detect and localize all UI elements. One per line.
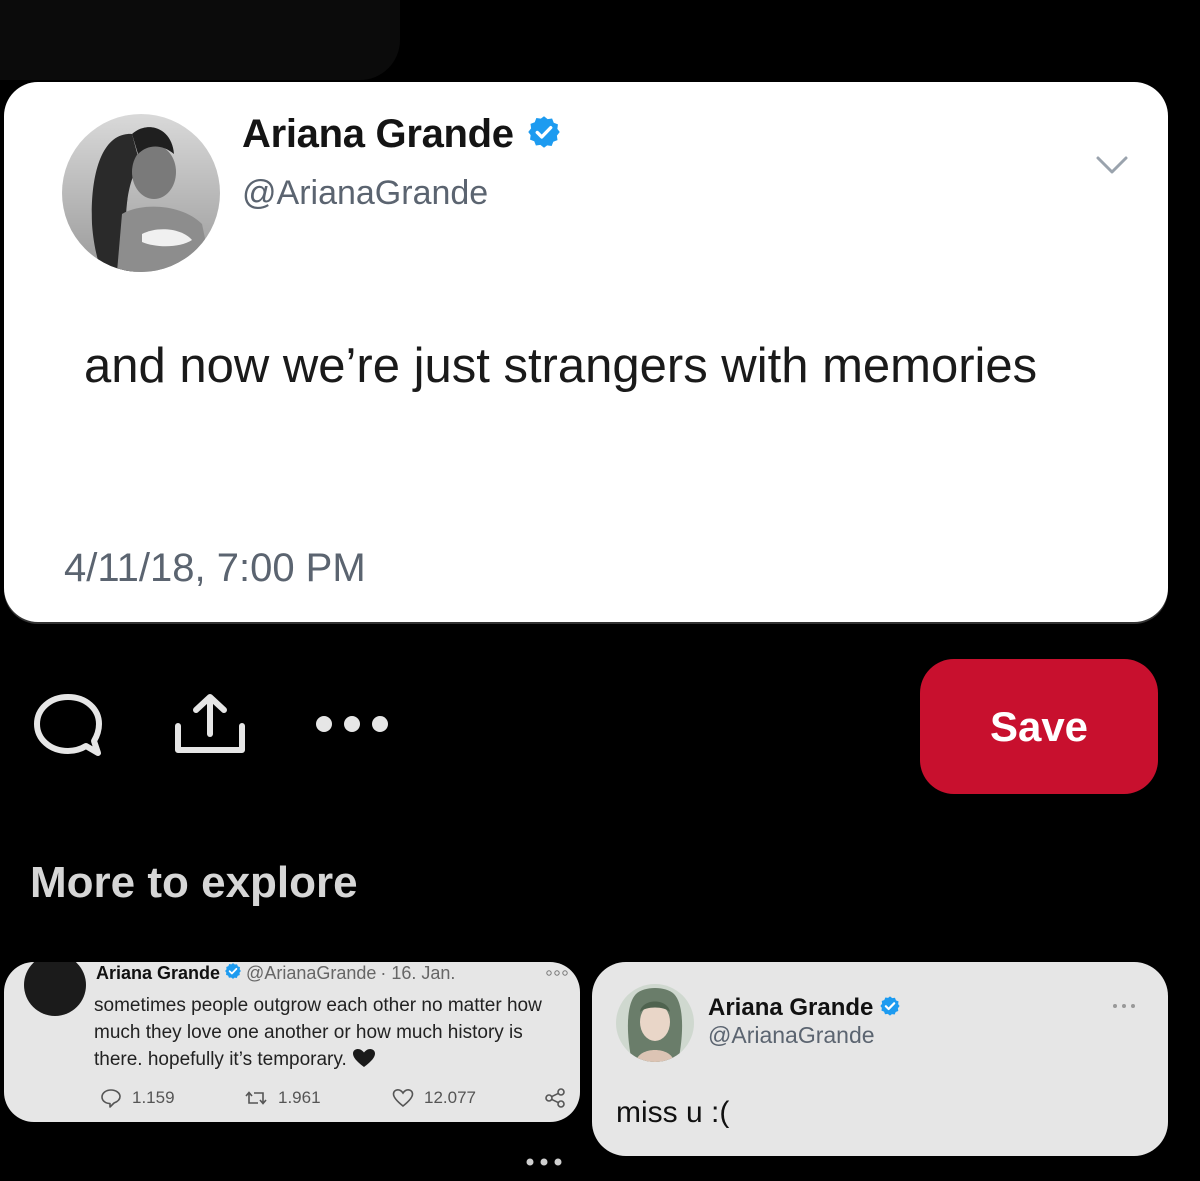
retweet-count[interactable]: 1.961 xyxy=(244,1088,321,1108)
tweet-timestamp: 4/11/18, 7:00 PM xyxy=(64,546,366,590)
avatar xyxy=(616,984,694,1062)
background-shape xyxy=(0,0,400,80)
comment-icon[interactable] xyxy=(32,692,104,758)
like-count[interactable]: 12.077 xyxy=(392,1088,476,1108)
chevron-down-icon[interactable] xyxy=(1092,150,1132,180)
like-count-value: 12.077 xyxy=(424,1088,476,1107)
retweet-count-value: 1.961 xyxy=(278,1088,321,1107)
author-name-row: Ariana Grande xyxy=(708,994,901,1022)
section-title: More to explore xyxy=(30,858,358,907)
more-options-icon[interactable] xyxy=(312,712,392,736)
more-options-icon[interactable] xyxy=(546,964,568,980)
author-handle: @ArianaGrande xyxy=(246,963,377,983)
author-name: Ariana Grande xyxy=(708,994,874,1021)
tweet-text: miss u :( xyxy=(616,1096,730,1129)
card-header: Ariana Grande @ArianaGrande · 16. Jan. xyxy=(96,962,455,985)
reply-count-value: 1.159 xyxy=(132,1088,175,1107)
save-button[interactable]: Save xyxy=(920,659,1158,794)
share-icon[interactable] xyxy=(172,692,248,756)
retweet-icon xyxy=(245,1091,267,1105)
author-handle: @ArianaGrande xyxy=(708,1022,875,1048)
more-options-icon[interactable] xyxy=(524,1154,564,1170)
reply-count[interactable]: 1.159 xyxy=(100,1088,175,1108)
reply-icon xyxy=(101,1089,121,1108)
heart-icon xyxy=(392,1088,414,1108)
tweet-text-content: sometimes people outgrow each other no m… xyxy=(94,995,542,1070)
tweet-text: and now we’re just strangers with memori… xyxy=(84,339,1038,393)
avatar[interactable] xyxy=(62,114,220,272)
tweet-date: · 16. Jan. xyxy=(380,963,456,983)
verified-badge-icon xyxy=(879,995,901,1022)
author-name[interactable]: Ariana Grande xyxy=(242,112,514,157)
verified-badge-icon xyxy=(224,962,242,985)
author-name: Ariana Grande xyxy=(96,963,221,983)
verified-badge-icon xyxy=(526,114,562,155)
avatar xyxy=(24,962,86,1016)
more-options-icon[interactable] xyxy=(1112,996,1136,1012)
explore-card[interactable]: Ariana Grande @ArianaGrande miss u :( xyxy=(592,962,1168,1156)
author-handle[interactable]: @ArianaGrande xyxy=(242,174,488,213)
author-name-row: Ariana Grande xyxy=(242,112,562,157)
heart-emoji-icon xyxy=(352,1049,376,1070)
share-icon[interactable] xyxy=(544,1088,566,1108)
tweet-text: sometimes people outgrow each other no m… xyxy=(94,992,554,1073)
tweet-card[interactable]: Ariana Grande @ArianaGrande and now we’r… xyxy=(4,82,1168,622)
explore-card[interactable]: Ariana Grande @ArianaGrande · 16. Jan. s… xyxy=(4,962,580,1122)
